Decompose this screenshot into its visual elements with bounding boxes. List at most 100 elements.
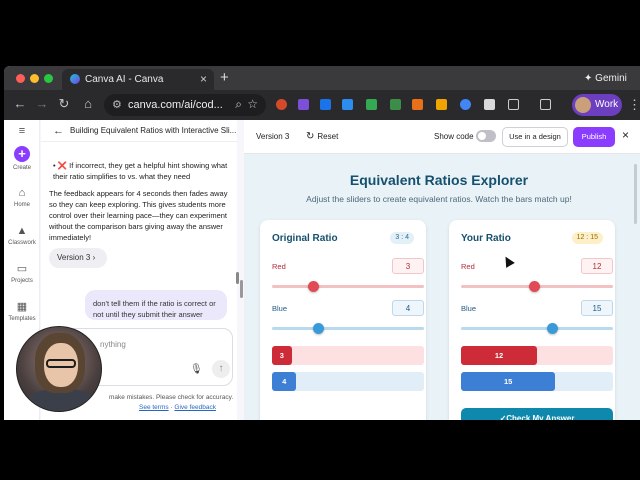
webcam-person-glasses [46, 359, 76, 368]
your-blue-slider-thumb[interactable] [547, 323, 559, 334]
original-blue-slider-thumb[interactable] [312, 323, 324, 334]
extension-icon[interactable] [276, 99, 287, 110]
rail-projects[interactable]: ▭ Projects [4, 262, 40, 284]
hamburger-menu-icon[interactable]: ≡ [15, 124, 29, 138]
folder-icon: ▭ [16, 263, 28, 275]
rail-templates[interactable]: ▦ Templates [4, 300, 40, 322]
puzzle-extensions-icon[interactable] [508, 99, 519, 110]
your-blue-bar-fill: 15 [461, 372, 556, 391]
extension-icon[interactable] [366, 99, 377, 110]
your-red-slider-thumb[interactable] [528, 281, 540, 292]
avatar [575, 97, 591, 113]
your-blue-value: 15 [581, 300, 613, 316]
tab-canva-ai[interactable]: Canva AI - Canva × [62, 69, 214, 90]
your-red-slider[interactable] [461, 281, 613, 292]
assistant-message: The feedback appears for 4 seconds then … [49, 189, 228, 242]
maximize-window-button[interactable] [44, 74, 53, 83]
bookmark-star-icon[interactable]: ☆ [247, 97, 258, 111]
browser-menu-icon[interactable]: ⋮ [628, 97, 640, 113]
tab-close-icon[interactable]: × [200, 72, 207, 86]
ai-disclaimer: make mistakes. Please check for accuracy… [109, 394, 234, 401]
version-chip-label: Version 3 [57, 253, 91, 262]
rail-classwork[interactable]: ▲ Classwork [4, 224, 40, 246]
show-code-label: Show code [434, 132, 474, 141]
plus-icon[interactable]: + [14, 146, 30, 162]
reset-button[interactable]: ↻ Reset [306, 131, 338, 142]
rail-templates-label: Templates [8, 316, 36, 322]
home-icon[interactable]: ⌂ [80, 96, 96, 111]
extension-icon[interactable] [390, 99, 401, 110]
original-blue-bar: 4 [272, 372, 424, 391]
original-red-slider[interactable] [272, 281, 424, 292]
extension-icon[interactable] [298, 99, 309, 110]
graduation-cap-icon: ▲ [16, 225, 28, 237]
canva-favicon-icon [70, 74, 80, 84]
your-ratio-title: Your Ratio [461, 233, 511, 244]
version-chip[interactable]: Version 3 › [49, 248, 107, 268]
gemini-button[interactable]: ✦ Gemini [584, 70, 634, 87]
forward-arrow-icon[interactable]: → [34, 96, 50, 111]
your-blue-slider[interactable] [461, 323, 613, 334]
use-in-design-button[interactable]: Use in a design [502, 127, 568, 147]
profile-chip[interactable]: Work [572, 94, 622, 116]
version-label: Version 3 [256, 132, 290, 141]
back-arrow-icon[interactable]: ← [12, 96, 28, 111]
reset-label: Reset [317, 132, 339, 141]
original-red-bar: 3 [272, 346, 424, 365]
your-red-bar: 12 [461, 346, 613, 365]
publish-button[interactable]: Publish [573, 127, 615, 147]
panel-resize-handle[interactable] [240, 280, 243, 298]
original-ratio-title: Original Ratio [272, 233, 338, 244]
extension-icon[interactable] [484, 99, 495, 110]
original-ratio-badge: 3 : 4 [390, 232, 414, 244]
chat-scrollbar[interactable] [236, 272, 239, 284]
home-icon: ⌂ [18, 187, 26, 199]
url-text: canva.com/ai/cod... [128, 99, 223, 111]
your-red-value: 12 [581, 258, 613, 274]
site-settings-icon[interactable]: ⚙ [112, 98, 122, 111]
webcam-overlay [16, 326, 102, 412]
close-icon[interactable]: × [622, 128, 629, 142]
original-red-bar-fill: 3 [272, 346, 292, 365]
microphone-icon[interactable]: 🎙 [190, 364, 203, 375]
extension-icon[interactable] [436, 99, 447, 110]
close-window-button[interactable] [16, 74, 25, 83]
your-ratio-badge: 12 : 15 [571, 232, 603, 244]
page-subtitle: Adjust the sliders to create equivalent … [306, 194, 572, 204]
tab-strip: Canva AI - Canva × + ✦ Gemini [4, 66, 640, 90]
composer-placeholder: nything [100, 340, 126, 349]
rail-create[interactable]: + Create [4, 146, 40, 171]
preview-scrollbar[interactable] [634, 164, 637, 224]
preview-header: Version 3 ↻ Reset Show code Use in a desi… [244, 120, 640, 154]
chat-title: Building Equivalent Ratios with Interact… [70, 126, 237, 135]
give-feedback-link[interactable]: Give feedback [174, 404, 216, 411]
zoom-icon[interactable]: ⌕ [235, 97, 242, 112]
new-tab-button[interactable]: + [220, 69, 229, 86]
extension-icon[interactable] [412, 99, 423, 110]
gemini-label: Gemini [595, 73, 627, 84]
user-message: don't tell them if the ratio is correct … [85, 290, 227, 320]
send-arrow-icon[interactable]: ↑ [212, 360, 230, 378]
show-code-toggle[interactable] [476, 130, 496, 142]
original-red-slider-thumb[interactable] [308, 281, 320, 292]
chat-header: ← Building Equivalent Ratios with Intera… [41, 120, 237, 142]
minimize-window-button[interactable] [30, 74, 39, 83]
rail-home[interactable]: ⌂ Home [4, 186, 40, 208]
see-terms-link[interactable]: See terms [139, 404, 169, 411]
original-blue-slider[interactable] [272, 323, 424, 334]
rail-create-label: Create [12, 165, 31, 171]
extension-icon[interactable] [342, 99, 353, 110]
rail-projects-label: Projects [11, 278, 33, 284]
check-answer-button[interactable]: ✓Check My Answer [461, 408, 613, 420]
back-arrow-icon[interactable]: ← [53, 125, 64, 137]
side-panel-icon[interactable] [540, 99, 551, 110]
page-title: Equivalent Ratios Explorer [349, 172, 529, 188]
address-bar[interactable]: ⚙ canva.com/ai/cod... ⌕ ☆ [104, 94, 266, 116]
original-red-value: 3 [392, 258, 424, 274]
assistant-bullet: • ❌ If incorrect, they get a helpful hin… [53, 161, 228, 181]
rail-menu[interactable]: ≡ [4, 124, 40, 140]
footer-links: See terms · Give feedback [139, 404, 216, 411]
extension-icon[interactable] [320, 99, 331, 110]
extension-icon[interactable] [460, 99, 471, 110]
reload-icon[interactable]: ↻ [56, 96, 72, 112]
